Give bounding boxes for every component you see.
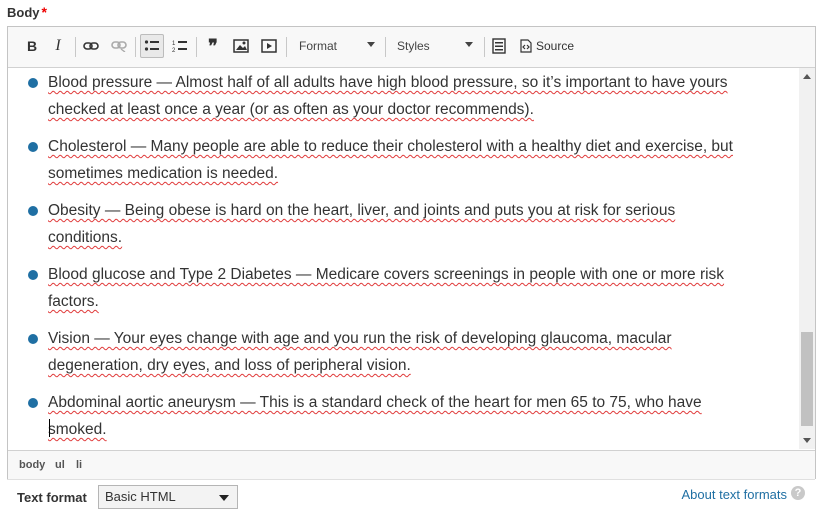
link-button[interactable]	[79, 34, 103, 58]
chevron-down-icon	[465, 42, 473, 47]
list-item-text: Obesity — Being obese is hard on the hea…	[48, 202, 676, 246]
toolbar-separator	[286, 37, 287, 57]
chevron-down-icon	[219, 495, 229, 501]
bullet-icon	[28, 270, 38, 280]
editor-toolbar: B I 12 ❞ Format Styles Source	[8, 27, 815, 68]
quote-icon: ❞	[208, 35, 218, 56]
list-item-text: Abdominal aortic aneurysm — This is a st…	[48, 394, 702, 438]
rich-text-editor: B I 12 ❞ Format Styles Source Blood pres…	[7, 26, 816, 479]
about-text-formats-link[interactable]: About text formats	[682, 487, 788, 502]
list-item[interactable]: Cholesterol — Many people are able to re…	[28, 133, 748, 187]
list-item-text: Cholesterol — Many people are able to re…	[48, 138, 733, 182]
scroll-down-arrow-icon[interactable]	[803, 438, 811, 443]
list-item[interactable]: Abdominal aortic aneurysm — This is a st…	[28, 389, 748, 443]
source-button[interactable]: Source	[520, 34, 574, 58]
link-icon	[83, 42, 99, 50]
bullet-icon	[28, 206, 38, 216]
svg-text:1: 1	[172, 41, 176, 47]
video-icon	[261, 39, 277, 53]
text-format-selected: Basic HTML	[105, 489, 176, 504]
unlink-button[interactable]	[107, 34, 131, 58]
format-dropdown-label: Format	[299, 39, 338, 53]
toolbar-separator	[196, 37, 197, 57]
body-field-label: Body *	[7, 4, 47, 20]
bullet-icon	[28, 78, 38, 88]
text-format-label: Text format	[17, 490, 87, 505]
toolbar-separator	[484, 37, 485, 57]
field-label-text: Body	[7, 5, 40, 20]
numbered-list-icon: 12	[172, 41, 187, 53]
editor-content-area[interactable]: Blood pressure — Almost half of all adul…	[8, 68, 798, 449]
blockquote-button[interactable]: ❞	[201, 34, 225, 58]
path-item-body[interactable]: body	[19, 459, 45, 471]
toolbar-separator	[135, 37, 136, 57]
text-format-row: Text format Basic HTML About text format…	[7, 479, 815, 516]
unlink-icon	[111, 41, 127, 52]
image-button[interactable]	[229, 34, 253, 58]
bullet-icon	[28, 334, 38, 344]
image-icon	[233, 39, 249, 53]
text-cursor	[49, 419, 50, 437]
chevron-down-icon	[367, 42, 375, 47]
source-icon	[520, 39, 532, 53]
text-format-select[interactable]: Basic HTML	[98, 485, 238, 509]
list-item[interactable]: Obesity — Being obese is hard on the hea…	[28, 197, 748, 251]
list-item[interactable]: Blood pressure — Almost half of all adul…	[28, 69, 748, 123]
vertical-scrollbar[interactable]	[799, 68, 815, 449]
show-blocks-button[interactable]	[487, 34, 511, 58]
list-item-text: Vision — Your eyes change with age and y…	[48, 330, 672, 374]
elements-path-bar: body ul li	[8, 450, 815, 479]
help-icon[interactable]: ?	[791, 486, 805, 500]
toolbar-separator	[75, 37, 76, 57]
bullet-icon	[28, 398, 38, 408]
show-blocks-icon	[492, 38, 506, 54]
source-label: Source	[536, 39, 575, 53]
list-item-text: Blood pressure — Almost half of all adul…	[48, 74, 728, 118]
numbered-list-button[interactable]: 12	[168, 34, 192, 58]
bold-button[interactable]: B	[20, 34, 44, 58]
scroll-up-arrow-icon[interactable]	[803, 74, 811, 79]
bullet-icon	[28, 142, 38, 152]
svg-text:2: 2	[172, 48, 176, 53]
italic-button[interactable]: I	[46, 34, 70, 58]
path-item-li[interactable]: li	[76, 459, 82, 471]
list-item[interactable]: Vision — Your eyes change with age and y…	[28, 325, 748, 379]
list-item-text: Blood glucose and Type 2 Diabetes — Medi…	[48, 266, 725, 310]
format-dropdown[interactable]: Format	[291, 34, 381, 58]
path-item-ul[interactable]: ul	[55, 459, 65, 471]
scrollbar-thumb[interactable]	[801, 332, 813, 426]
bulleted-list-icon	[144, 40, 159, 51]
required-marker: *	[41, 4, 47, 20]
media-embed-button[interactable]	[257, 34, 281, 58]
bulleted-list-button[interactable]	[140, 34, 164, 58]
list-item[interactable]: Blood glucose and Type 2 Diabetes — Medi…	[28, 261, 748, 315]
styles-dropdown-label: Styles	[397, 39, 430, 53]
styles-dropdown[interactable]: Styles	[389, 34, 479, 58]
toolbar-separator	[385, 37, 386, 57]
